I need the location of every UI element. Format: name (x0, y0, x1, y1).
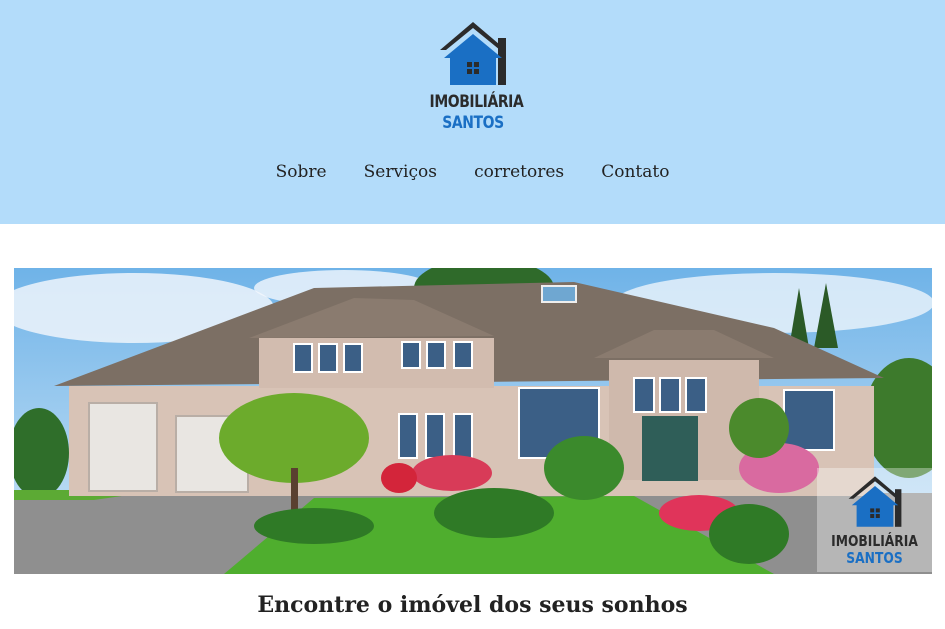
nav-link-contato[interactable]: Contato (601, 162, 669, 182)
logo-text-line1: IMOBILIÁRIA (429, 92, 524, 112)
hero-image: IMOBILIÁRIA SANTOS (14, 268, 932, 574)
nav-link-sobre[interactable]: Sobre (276, 162, 327, 182)
site-logo[interactable]: IMOBILIÁRIA SANTOS (420, 20, 526, 136)
main-nav: Sobre Serviços corretores Contato (0, 162, 945, 182)
watermark-logo: IMOBILIÁRIA SANTOS (817, 468, 932, 572)
nav-link-corretores[interactable]: corretores (474, 162, 564, 182)
house-logo-icon (440, 22, 506, 85)
watermark-text-line1: IMOBILIÁRIA (831, 532, 918, 550)
watermark-text-line2: SANTOS (846, 549, 903, 567)
nav-link-servicos[interactable]: Serviços (364, 162, 437, 182)
site-header: IMOBILIÁRIA SANTOS Sobre Serviços corret… (0, 0, 945, 224)
house-logo-icon (848, 476, 902, 527)
house-photo (14, 268, 932, 574)
hero-tagline: Encontre o imóvel dos seus sonhos (257, 592, 688, 618)
logo-text-line2: SANTOS (442, 113, 504, 133)
